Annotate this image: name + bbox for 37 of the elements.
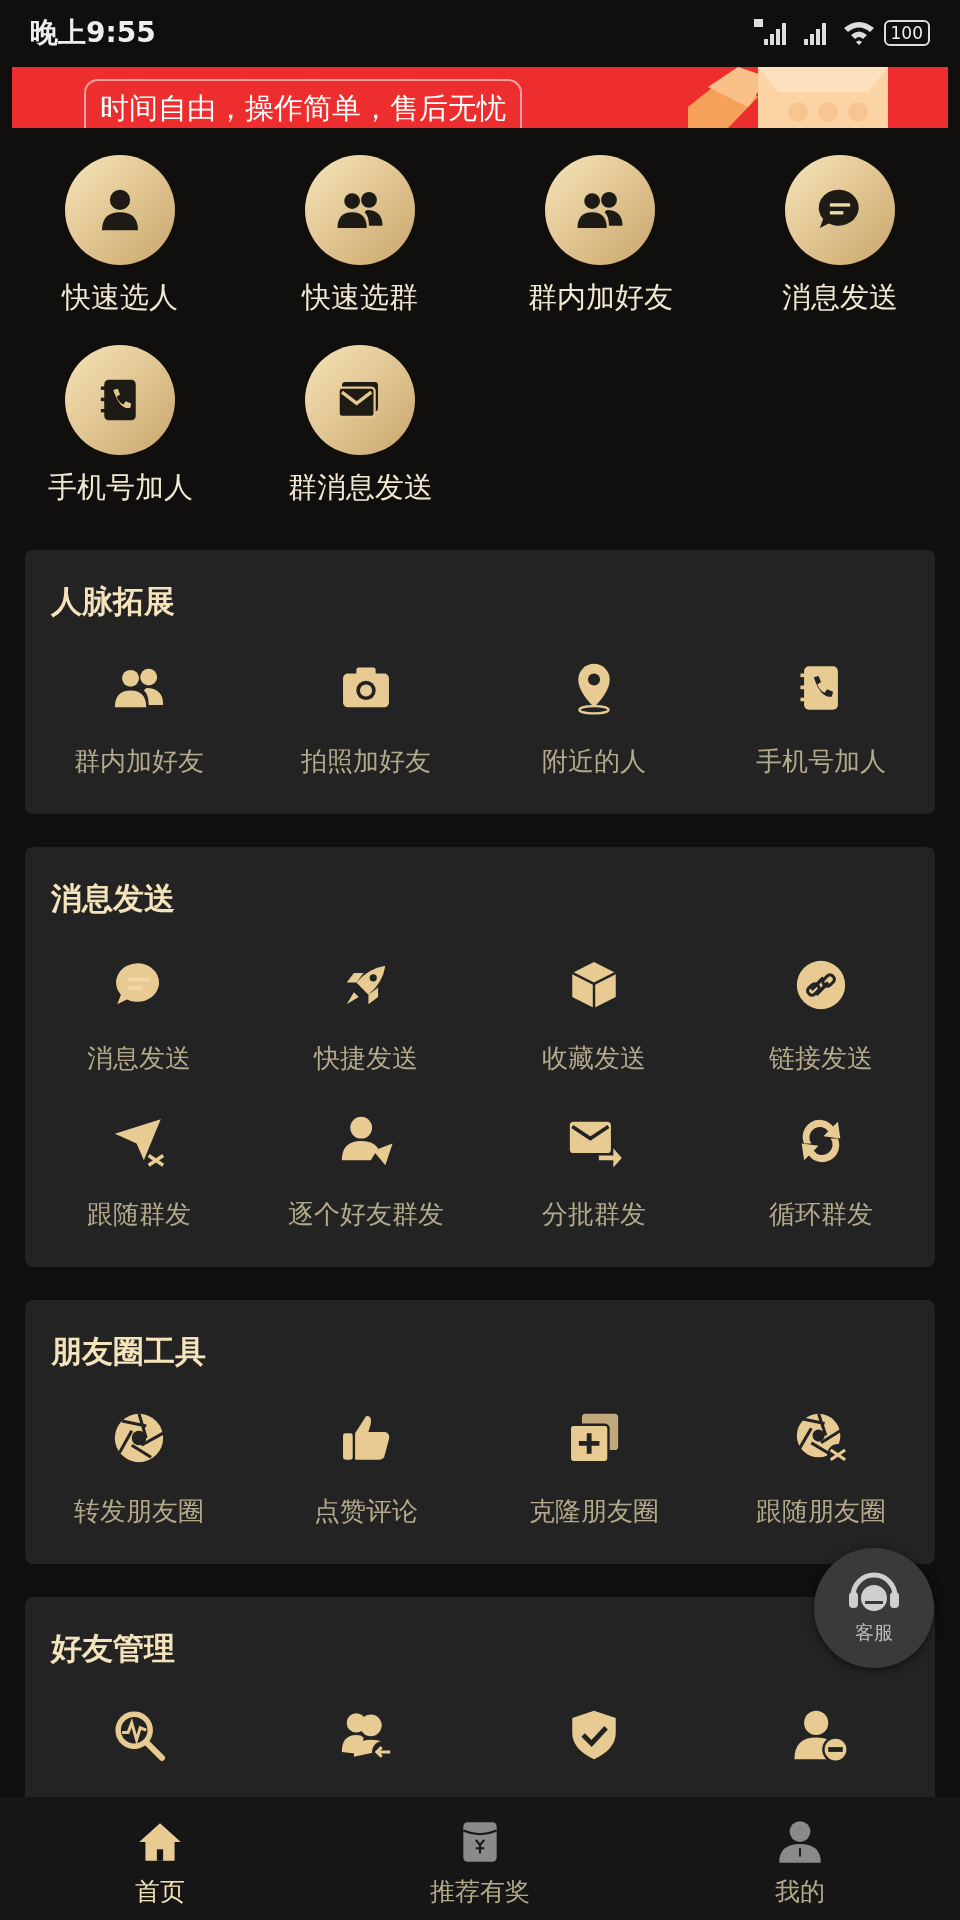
banner-text: 时间自由，操作简单，售后无忧 [84, 79, 522, 128]
action-label: 群内加好友 [527, 279, 673, 315]
action-label: 手机号加人 [47, 469, 193, 505]
tool-label[interactable]: 快捷发送 [314, 1041, 419, 1075]
tab-label: 我的 [775, 1876, 825, 1908]
action-label: 消息发送 [782, 279, 898, 315]
tool-label[interactable]: 转发朋友圈 [73, 1494, 204, 1528]
battery-level: 100 [883, 20, 930, 46]
tab-label: 首页 [135, 1876, 185, 1908]
section-title: 人脉拓展 [50, 584, 175, 618]
service-label: 客服 [855, 1619, 893, 1645]
action-label: 群消息发送 [287, 469, 433, 505]
tool-label[interactable]: 群内加好友 [73, 744, 204, 778]
section-title: 朋友圈工具 [50, 1334, 206, 1368]
tool-label[interactable]: 链接发送 [769, 1041, 874, 1075]
tool-label[interactable]: 点赞评论 [314, 1494, 419, 1528]
section-title: 消息发送 [50, 881, 175, 915]
tool-label[interactable]: 拍照加好友 [301, 744, 432, 778]
section-title: 好友管理 [49, 1631, 175, 1665]
tool-label[interactable]: 手机号加人 [756, 744, 887, 778]
tool-label[interactable]: 跟随群发 [86, 1197, 191, 1231]
tool-label[interactable]: 循环群发 [769, 1197, 874, 1231]
tab-label: 推荐有奖 [430, 1876, 530, 1908]
nav-tab[interactable]: 首页 [0, 1797, 320, 1920]
tool-label[interactable]: 跟随朋友圈 [756, 1494, 887, 1528]
nav-tab[interactable]: 推荐有奖 [320, 1797, 640, 1920]
nav-tab[interactable]: 我的 [640, 1797, 960, 1920]
clock-time: 晚上9:55 [30, 15, 156, 51]
tool-label[interactable]: 收藏发送 [541, 1041, 646, 1075]
tool-label[interactable]: 逐个好友群发 [288, 1197, 445, 1231]
action-label: 快速选群 [302, 279, 418, 315]
tool-label[interactable]: 消息发送 [86, 1041, 191, 1075]
tool-label[interactable]: 附近的人 [541, 744, 646, 778]
tool-label[interactable]: 分批群发 [541, 1197, 646, 1231]
tool-label[interactable]: 克隆朋友圈 [528, 1494, 659, 1528]
promo-banner[interactable]: 时间自由，操作简单，售后无忧 [12, 67, 948, 128]
action-label: 快速选人 [62, 279, 178, 315]
